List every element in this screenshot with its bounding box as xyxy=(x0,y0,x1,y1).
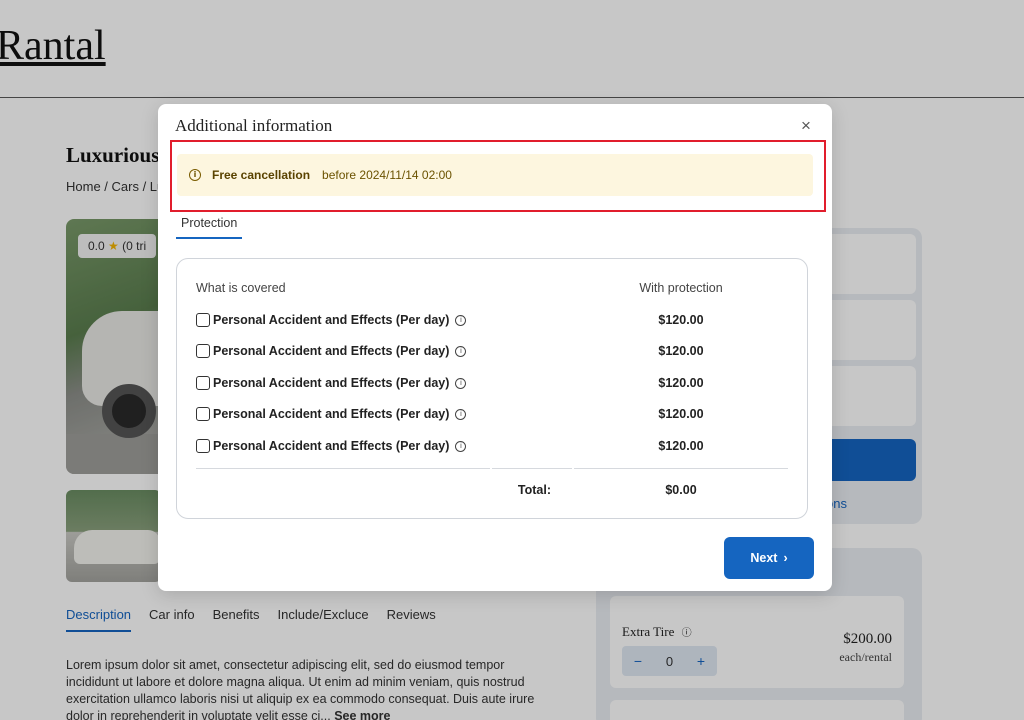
next-button[interactable]: Next › xyxy=(724,537,814,579)
additional-info-modal: Additional information × i Free cancella… xyxy=(158,104,832,591)
coverage-price: $120.00 xyxy=(658,376,704,390)
protection-table: What is covered With protection Personal… xyxy=(176,258,808,519)
info-icon[interactable]: i xyxy=(455,377,467,389)
coverage-name: Personal Accident and Effects (Per day) xyxy=(213,344,450,358)
info-icon[interactable]: i xyxy=(455,440,467,452)
coverage-name: Personal Accident and Effects (Per day) xyxy=(213,439,450,453)
notice-text: before 2024/11/14 02:00 xyxy=(322,168,452,182)
protection-checkbox[interactable] xyxy=(196,376,210,390)
coverage-price: $120.00 xyxy=(658,439,704,453)
divider xyxy=(574,468,788,469)
notice-title: Free cancellation xyxy=(212,168,311,182)
chevron-right-icon: › xyxy=(783,551,788,565)
next-label: Next xyxy=(750,551,778,565)
coverage-name: Personal Accident and Effects (Per day) xyxy=(213,407,450,421)
tab-protection[interactable]: Protection xyxy=(176,216,243,239)
total-label: Total: xyxy=(517,483,551,497)
cancellation-notice: i Free cancellation before 2024/11/14 02… xyxy=(177,154,813,196)
protection-checkbox[interactable] xyxy=(196,439,210,453)
coverage-name: Personal Accident and Effects (Per day) xyxy=(213,313,450,327)
info-icon[interactable]: i xyxy=(455,345,467,357)
info-icon[interactable]: i xyxy=(455,314,467,326)
table-row: Personal Accident and Effects (Per day) … xyxy=(196,341,776,361)
modal-title: Additional information xyxy=(175,116,333,135)
coverage-price: $120.00 xyxy=(658,344,704,358)
total-value: $0.00 xyxy=(665,483,697,497)
column-header-covered: What is covered xyxy=(196,281,286,295)
protection-checkbox[interactable] xyxy=(196,344,210,358)
info-icon[interactable]: i xyxy=(455,408,467,420)
protection-checkbox[interactable] xyxy=(196,407,210,421)
divider xyxy=(196,468,490,469)
info-icon: i xyxy=(189,169,201,181)
column-header-protection: With protection xyxy=(639,281,723,295)
coverage-price: $120.00 xyxy=(658,407,704,421)
table-row: Personal Accident and Effects (Per day) … xyxy=(196,310,776,330)
protection-checkbox[interactable] xyxy=(196,313,210,327)
table-row: Personal Accident and Effects (Per day) … xyxy=(196,436,776,456)
close-icon[interactable]: × xyxy=(796,116,816,136)
coverage-name: Personal Accident and Effects (Per day) xyxy=(213,376,450,390)
coverage-price: $120.00 xyxy=(658,313,704,327)
table-row: Personal Accident and Effects (Per day) … xyxy=(196,373,776,393)
divider xyxy=(492,468,572,469)
table-row: Personal Accident and Effects (Per day) … xyxy=(196,404,776,424)
